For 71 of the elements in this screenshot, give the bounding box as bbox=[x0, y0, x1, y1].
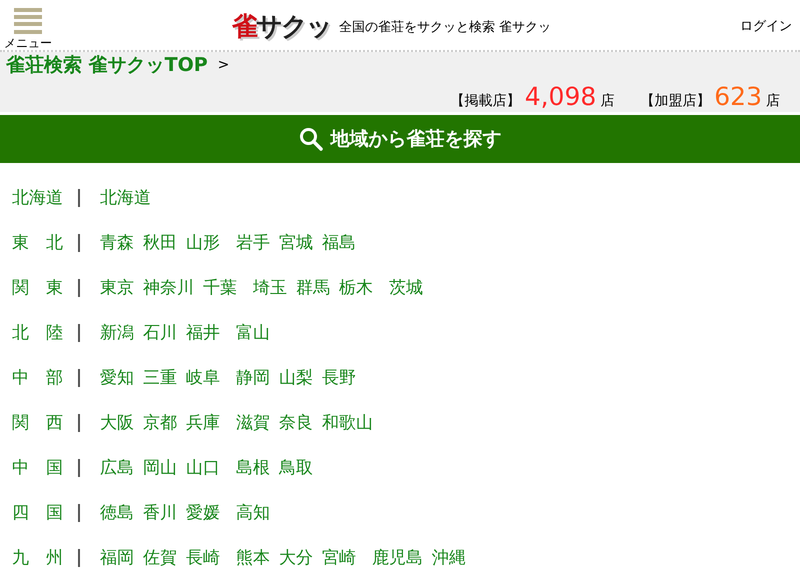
count-value: 4,098 bbox=[524, 82, 596, 111]
prefecture-link[interactable]: 福島 bbox=[322, 231, 356, 254]
search-icon bbox=[298, 127, 322, 151]
prefecture-link[interactable]: 和歌山 bbox=[322, 411, 373, 434]
prefecture-link[interactable]: 徳島 bbox=[100, 501, 134, 524]
login-link[interactable]: ログイン bbox=[740, 17, 792, 35]
prefecture-link[interactable]: 岩手 bbox=[236, 231, 270, 254]
menu-icon bbox=[14, 8, 42, 34]
region-label: 関 西 bbox=[12, 412, 64, 434]
prefecture-link[interactable]: 千葉 bbox=[203, 276, 237, 299]
region-label: 関 東 bbox=[12, 277, 64, 299]
prefecture-link[interactable]: 大分 bbox=[279, 546, 313, 569]
prefecture-link[interactable]: 埼玉 bbox=[253, 276, 287, 299]
prefecture-link[interactable]: 栃木 bbox=[339, 276, 373, 299]
prefecture-link[interactable]: 東京 bbox=[100, 276, 134, 299]
prefecture-link[interactable]: 神奈川 bbox=[143, 276, 194, 299]
prefecture-link[interactable]: 熊本 bbox=[236, 546, 270, 569]
prefecture-link[interactable]: 沖縄 bbox=[432, 546, 466, 569]
prefecture-link[interactable]: 京都 bbox=[143, 411, 177, 434]
region-label: 東 北 bbox=[12, 232, 64, 254]
region-label: 中 部 bbox=[12, 367, 64, 389]
prefecture-link[interactable]: 青森 bbox=[100, 231, 134, 254]
count-label: 【掲載店】 bbox=[450, 92, 521, 110]
prefecture-link[interactable]: 秋田 bbox=[143, 231, 177, 254]
prefecture-link[interactable]: 愛媛 bbox=[186, 501, 220, 524]
breadcrumb-separator: > bbox=[218, 57, 230, 73]
count-unit: 店 bbox=[766, 92, 780, 110]
prefecture-link[interactable]: 大阪 bbox=[100, 411, 134, 434]
prefecture-link[interactable]: 新潟 bbox=[100, 321, 134, 344]
region-label: 北 陸 bbox=[12, 322, 64, 344]
tagline: 全国の雀荘をサクッと検索 雀サクッ bbox=[339, 19, 552, 36]
prefecture-link[interactable]: 広島 bbox=[100, 456, 134, 479]
prefecture-link[interactable]: 静岡 bbox=[236, 366, 270, 389]
prefecture-link[interactable]: 山口 bbox=[186, 456, 220, 479]
prefecture-link[interactable]: 愛知 bbox=[100, 366, 134, 389]
count-value: 623 bbox=[714, 82, 762, 111]
prefecture-link[interactable]: 福井 bbox=[186, 321, 220, 344]
prefecture-link[interactable]: 長崎 bbox=[186, 546, 220, 569]
section-title: 地域から雀荘を探す bbox=[330, 127, 502, 152]
prefecture-link[interactable]: 島根 bbox=[236, 456, 270, 479]
prefecture-link[interactable]: 石川 bbox=[143, 321, 177, 344]
prefecture-link[interactable]: 兵庫 bbox=[186, 411, 220, 434]
prefecture-link[interactable]: 茨城 bbox=[389, 276, 423, 299]
prefecture-link[interactable]: 岐阜 bbox=[186, 366, 220, 389]
region-label: 九 州 bbox=[12, 547, 64, 569]
region-label: 四 国 bbox=[12, 502, 64, 524]
breadcrumb-link[interactable]: 雀荘検索 雀サクッTOP bbox=[6, 52, 208, 78]
prefecture-link[interactable]: 山梨 bbox=[279, 366, 313, 389]
prefecture-link[interactable]: 富山 bbox=[236, 321, 270, 344]
prefecture-link[interactable]: 宮崎 bbox=[322, 546, 356, 569]
prefecture-link[interactable]: 福岡 bbox=[100, 546, 134, 569]
prefecture-link[interactable]: 三重 bbox=[143, 366, 177, 389]
prefecture-link[interactable]: 佐賀 bbox=[143, 546, 177, 569]
prefecture-link[interactable]: 北海道 bbox=[100, 186, 151, 209]
prefecture-link[interactable]: 鹿児島 bbox=[372, 546, 423, 569]
prefecture-link[interactable]: 群馬 bbox=[296, 276, 330, 299]
region-label: 北海道 bbox=[12, 187, 64, 209]
prefecture-link[interactable]: 長野 bbox=[322, 366, 356, 389]
count-unit: 店 bbox=[600, 92, 614, 110]
prefecture-link[interactable]: 香川 bbox=[143, 501, 177, 524]
prefecture-link[interactable]: 鳥取 bbox=[279, 456, 313, 479]
menu-button[interactable]: メニュー bbox=[0, 0, 52, 50]
site-logo[interactable]: 雀サクッ bbox=[232, 12, 331, 42]
prefecture-link[interactable]: 岡山 bbox=[143, 456, 177, 479]
prefecture-link[interactable]: 奈良 bbox=[279, 411, 313, 434]
prefecture-link[interactable]: 宮城 bbox=[279, 231, 313, 254]
count-label: 【加盟店】 bbox=[640, 92, 710, 110]
prefecture-link[interactable]: 山形 bbox=[186, 231, 220, 254]
prefecture-link[interactable]: 高知 bbox=[236, 501, 270, 524]
prefecture-link[interactable]: 滋賀 bbox=[236, 411, 270, 434]
region-label: 中 国 bbox=[12, 457, 64, 479]
